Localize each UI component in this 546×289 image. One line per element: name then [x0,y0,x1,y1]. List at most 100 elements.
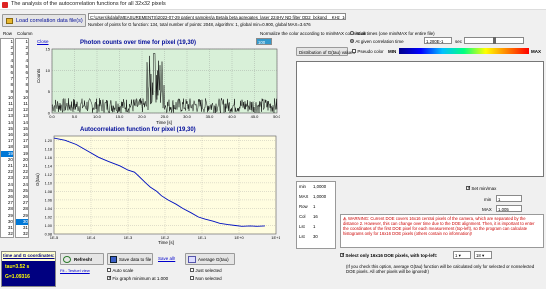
window-title: The analysis of the autocorrelation func… [11,1,166,7]
acf-ytick: 1.06 [45,198,52,202]
just-selected-box[interactable] [190,268,194,272]
non-selected-check[interactable]: Non selected [190,276,222,282]
given-time-input[interactable]: 1.280E-1 [424,37,452,44]
row-header: Row [3,31,13,36]
auto-scale-check[interactable]: Auto scale [107,268,133,274]
max-legend-label: MAX [531,49,541,54]
tau-value: tau=3.52 s [5,264,30,270]
coords-header: time and G coordinates: [3,253,55,258]
heatmap[interactable] [296,61,544,177]
fix-min-label: Fix graph minimum at 1.000 [112,276,169,281]
stats-row: Lst 30 [297,232,335,242]
set-minmax-check[interactable]: ✓ Set min/max [466,185,497,192]
warning-text: ⚠ WARNING: Current DOE covers 16x16 cent… [343,216,535,236]
photon-xtick: 5.0 [72,114,78,119]
chart-icon [188,256,196,263]
radio-given-time[interactable]: At given correlation time [350,39,404,45]
set-minmax-label: Set min/max [471,186,497,191]
acf-xlabel: Time [s] [158,240,174,245]
doe-box[interactable]: ✓ [340,252,345,258]
row-item[interactable]: 32 [1,231,13,237]
radio-given-time-circle[interactable] [350,39,354,43]
coords-values: tau=3.52 s G=1.09316 [2,261,55,286]
stats-value: 1 [313,224,316,229]
min-input[interactable]: 1 [496,195,522,202]
acf-xtick: 1E-3 [124,235,133,240]
stats-label: min [299,184,306,189]
photon-ytick: 10 [46,68,51,73]
acf-xtick: 1E-1 [198,235,207,240]
auto-scale-box[interactable] [107,268,111,272]
radio-all-times[interactable]: At all times (one min/MAX for entire fil… [350,31,435,37]
max-input[interactable]: 1.005 [496,205,522,212]
acf-ytick: 1.14 [45,164,52,168]
doe-a-select[interactable]: 1 ▾ [453,251,471,259]
refresh-icon [63,256,71,263]
acf-xtick: 1E-5 [50,235,59,240]
stats-value: 1 [313,204,316,209]
photon-ytick: 15 [46,47,51,52]
row-list[interactable]: 1 2 3 4 5 6 7 8 9 10 11 12 13 14 15 16 17 18 19 20 21 22 23 24 2… [0,38,14,239]
auto-scale-label: Auto scale [112,268,134,273]
non-selected-label: Non selected [195,276,222,281]
photon-xlabel: Time [s] [156,120,172,125]
fit-link[interactable]: Fit - Tesfuel view [60,268,90,273]
radio-all-times-circle[interactable] [350,31,354,35]
load-correlation-button[interactable]: Load correlation data file(s) [2,14,86,27]
doe-a-value: 1 [455,253,458,258]
acf-xtick: 1E-4 [87,235,96,240]
save-all-link[interactable]: Save all! [158,256,175,261]
distribution-button[interactable]: Distribution of G(tau) values [296,47,355,56]
doe-check[interactable]: ✓ Select only 16x16 DOE pixels, with top… [340,252,438,259]
info-line: Number of points for G function: 134, to… [88,22,311,27]
column-header: Column [17,31,33,36]
stats-label: Lst [299,224,305,229]
max-field-label: MAX [482,207,492,212]
average-button[interactable]: Average G(tau) [185,253,235,265]
acf-ytick: 1.16 [45,156,52,160]
time-slider[interactable] [464,37,524,44]
column-item[interactable]: 32 [16,231,28,237]
fix-min-box[interactable]: ✓ [107,275,112,281]
acf-ytick: 1.02 [45,215,52,219]
zoom-select[interactable]: 100 [256,38,272,45]
doe-b-value: 18 [476,253,481,258]
doe-label: Select only 16x16 DOE pixels, with top-l… [345,253,438,258]
acf-yticks: 1.20 1.18 1.16 1.14 1.12 1.10 1.08 1.06 1.04 1.02… [45,139,52,237]
stats-label: Row [299,204,308,209]
acf-ytick: 1.10 [45,181,52,185]
stats-label: Col [299,214,306,219]
folder-icon [6,18,13,24]
stats-row: min 1,0000 [297,182,335,192]
just-selected-check[interactable]: Just selected [190,268,222,274]
warning-box: ⚠ WARNING: Current DOE covers 16x16 cent… [340,214,544,248]
app-icon [2,2,8,8]
time-slider-thumb[interactable] [493,37,496,44]
pseudo-color-box[interactable] [352,49,356,53]
heatmap-grid[interactable] [297,62,543,176]
radio-all-times-label: At all times (one min/MAX for entire fil… [355,31,435,36]
non-selected-box[interactable] [190,276,194,280]
stats-panel: min 1,0000 MAX 1,0000 Row 1 Col 16 Lst 1 Lst 30 [296,181,336,249]
close-link[interactable]: Close [37,39,49,44]
photon-xtick: 0.0 [49,114,55,119]
g-value: G=1.09316 [5,274,30,280]
fix-min-check[interactable]: ✓ Fix graph minimum at 1.000 [107,275,169,282]
save-data-button[interactable]: Save data to file [107,253,153,265]
distribution-label: Distribution of G(tau) values [299,49,355,55]
given-time-unit: sec [455,39,463,44]
stats-row: Col 16 [297,212,335,222]
column-list[interactable]: 1 2 3 4 5 6 7 8 9 10 11 12 13 14 15 16 17 18 19 20 21 22 23 24 2… [15,38,29,239]
photon-xtick: 35.0 [206,114,215,119]
min-legend-label: MIN [388,49,397,54]
just-selected-label: Just selected [195,268,222,273]
acf-ytick: 1.00 [45,224,52,228]
save-data-label: Save data to file [119,257,152,262]
load-label: Load correlation data file(s) [16,18,83,24]
photon-ytick: 5 [48,89,51,94]
pseudo-color-check[interactable]: Pseudo color [352,49,384,55]
stats-value: 16 [313,214,318,219]
refresh-button[interactable]: Refresh! [60,253,104,265]
doe-b-select[interactable]: 18 ▾ [474,251,492,259]
set-minmax-box[interactable]: ✓ [466,185,471,191]
